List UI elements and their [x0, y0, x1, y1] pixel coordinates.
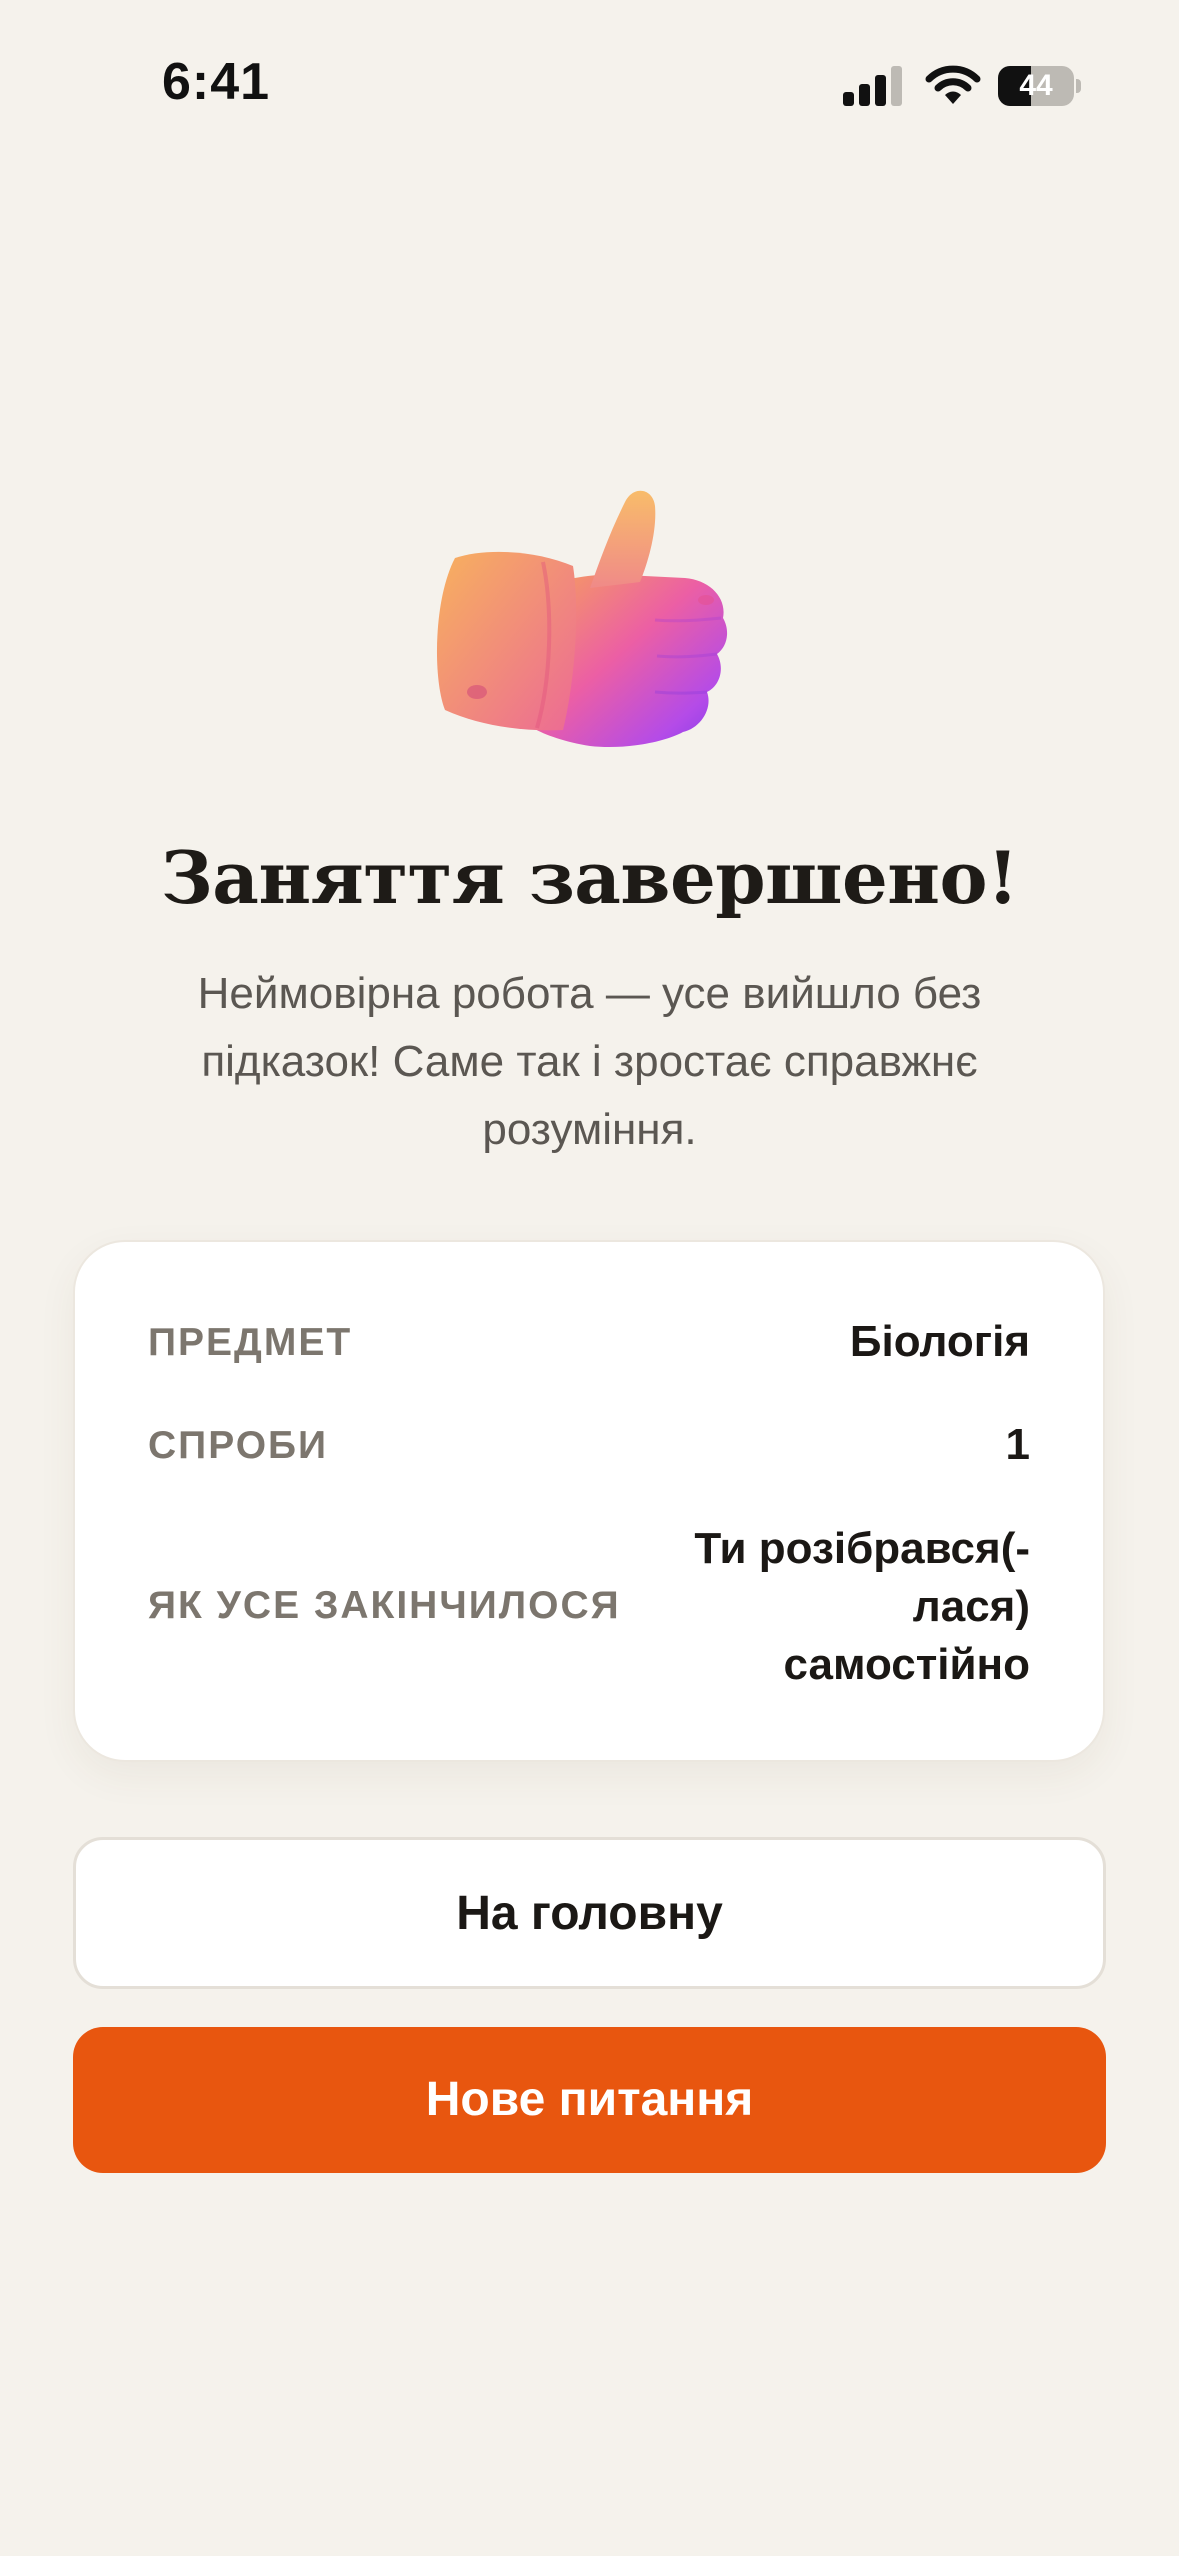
home-button[interactable]: На головну	[73, 1837, 1106, 1989]
status-bar: 6:41 44	[0, 0, 1179, 170]
summary-label-outcome: ЯК УСЕ ЗАКІНЧИЛОСЯ	[148, 1584, 621, 1627]
battery-icon: 44	[998, 66, 1081, 106]
cellular-signal-icon	[843, 66, 902, 106]
session-summary-card: ПРЕДМЕТ Біологія СПРОБИ 1 ЯК УСЕ ЗАКІНЧИ…	[73, 1240, 1105, 1762]
status-time: 6:41	[162, 53, 271, 111]
summary-label-subject: ПРЕДМЕТ	[148, 1321, 353, 1364]
new-question-button[interactable]: Нове питання	[73, 2027, 1106, 2173]
summary-value-outcome: Ти розібрався(-лася) самостійно	[694, 1524, 1030, 1689]
page-title: Заняття завершено!	[160, 835, 1019, 920]
wifi-icon	[925, 65, 981, 104]
battery-level: 44	[1019, 69, 1053, 102]
summary-value-attempts: 1	[1005, 1420, 1030, 1469]
summary-label-attempts: СПРОБИ	[148, 1424, 329, 1467]
summary-value-subject: Біологія	[849, 1317, 1030, 1366]
completion-message: Неймовірна робота — усе вийшло без підка…	[197, 969, 982, 1154]
thumbs-up-icon	[436, 490, 728, 748]
